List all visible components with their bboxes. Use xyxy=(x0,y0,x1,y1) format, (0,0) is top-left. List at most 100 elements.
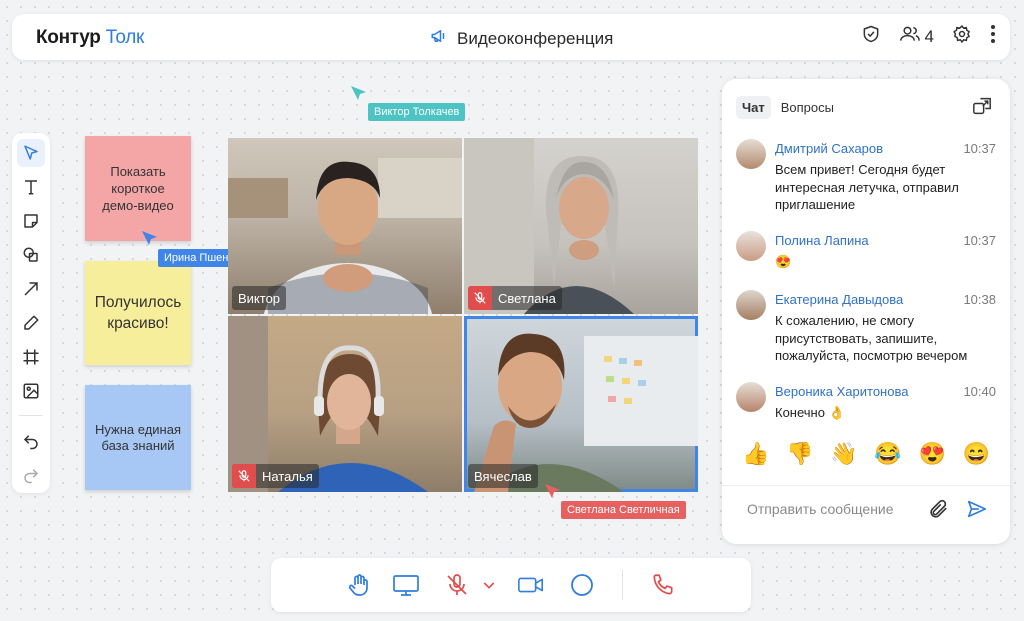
participants-button[interactable]: 4 xyxy=(899,24,934,49)
attach-button[interactable] xyxy=(927,498,949,525)
participant-name: Вячеслав xyxy=(474,468,532,484)
participant-name: Наталья xyxy=(262,468,313,484)
message-input[interactable]: Отправить сообщение xyxy=(747,501,894,517)
message-text: 😍 xyxy=(775,254,792,269)
message-author[interactable]: Полина Лапина xyxy=(775,233,869,248)
avatar xyxy=(736,139,766,169)
message-author[interactable]: Дмитрий Сахаров xyxy=(775,141,883,156)
record-circle-icon xyxy=(571,574,593,596)
microphone-button[interactable] xyxy=(443,571,471,599)
video-tile-active-speaker[interactable]: Вячеслав xyxy=(464,316,698,492)
controls-divider xyxy=(622,570,623,600)
pen-tool[interactable] xyxy=(17,309,45,337)
shapes-icon xyxy=(23,247,38,262)
reaction-heart-eyes[interactable]: 😍 xyxy=(918,441,945,467)
reaction-smile[interactable]: 😄 xyxy=(963,441,990,467)
video-tile[interactable]: Светлана xyxy=(464,138,698,314)
popout-button[interactable] xyxy=(972,97,992,120)
conference-title: Видеоконференция xyxy=(430,27,613,50)
chat-message: Вероника Харитонова 10:40 Конечно 👌 xyxy=(736,382,1002,422)
avatar xyxy=(736,382,766,412)
more-vertical-icon xyxy=(990,24,996,49)
redo-icon xyxy=(24,469,39,484)
message-author[interactable]: Екатерина Давыдова xyxy=(775,292,903,307)
more-menu-button[interactable] xyxy=(990,24,996,49)
reaction-thumbs-up[interactable]: 👍 xyxy=(742,441,769,467)
sticky-note[interactable]: Получилось красиво! xyxy=(85,261,191,365)
remote-cursor-icon xyxy=(351,86,366,100)
send-icon xyxy=(967,500,987,518)
security-button[interactable] xyxy=(861,24,881,49)
monitor-icon xyxy=(393,575,419,596)
reaction-laughing[interactable]: 😂 xyxy=(874,441,901,467)
frame-icon xyxy=(23,349,39,365)
chat-divider xyxy=(722,485,1010,486)
frame-tool[interactable] xyxy=(17,343,45,371)
chat-message: Полина Лапина 10:37 😍 xyxy=(736,231,1002,271)
sticky-note-icon xyxy=(24,214,38,228)
share-screen-button[interactable] xyxy=(392,571,420,599)
avatar xyxy=(736,231,766,261)
participant-name: Светлана xyxy=(498,290,556,306)
chat-message: Дмитрий Сахаров 10:37 Всем привет! Сегод… xyxy=(736,139,1002,212)
text-icon xyxy=(25,180,37,195)
record-button[interactable] xyxy=(568,571,596,599)
message-text: Конечно 👌 xyxy=(775,405,845,420)
message-text: Всем привет! Сегодня будет интересная ле… xyxy=(775,162,959,212)
raise-hand-button[interactable] xyxy=(345,571,373,599)
tab-chat-label: Чат xyxy=(742,100,765,115)
microphone-options-button[interactable] xyxy=(475,571,503,599)
reaction-thumbs-down[interactable]: 👎 xyxy=(786,441,813,467)
sticky-note-text: Получилось красиво! xyxy=(94,294,182,332)
video-tile[interactable]: Наталья xyxy=(228,316,462,492)
video-tile[interactable]: Виктор xyxy=(228,138,462,314)
avatar xyxy=(736,290,766,320)
toolbar-divider xyxy=(19,415,43,416)
page-title: Видеоконференция xyxy=(457,28,614,48)
message-text: К сожалению, не смогу присутствовать, за… xyxy=(775,313,968,363)
pen-icon xyxy=(24,315,39,330)
mic-muted-icon xyxy=(232,464,256,488)
tab-chat[interactable]: Чат xyxy=(736,96,771,119)
cursor-label-viktor: Виктор Толкачев xyxy=(368,103,466,121)
tab-questions[interactable]: Вопросы xyxy=(775,96,840,119)
sticky-note[interactable]: Нужна единая база знаний xyxy=(85,385,191,490)
sticky-note-text: Нужна единая база знаний xyxy=(95,421,181,453)
reaction-wave[interactable]: 👋 xyxy=(830,441,857,467)
chat-panel: Чат Вопросы Дмитрий Сахаров 10:37 Всем п… xyxy=(722,79,1010,544)
mic-muted-icon xyxy=(447,574,467,595)
shapes-tool[interactable] xyxy=(17,241,45,269)
users-icon xyxy=(899,24,921,49)
settings-button[interactable] xyxy=(952,24,972,49)
camera-button[interactable] xyxy=(517,571,545,599)
hand-icon xyxy=(348,574,368,596)
image-tool[interactable] xyxy=(17,377,45,405)
logo-part1: Контур xyxy=(36,27,101,48)
paperclip-icon xyxy=(930,499,947,518)
participant-name: Виктор xyxy=(238,290,281,306)
sticky-note-text: Показать короткое демо-видео xyxy=(102,164,174,213)
message-time: 10:38 xyxy=(963,292,996,307)
popout-icon xyxy=(973,97,991,115)
text-tool[interactable] xyxy=(17,173,45,201)
redo-button[interactable] xyxy=(17,461,45,489)
participant-name-tag: Наталья xyxy=(232,464,319,488)
sticky-note[interactable]: Показать короткое демо-видео xyxy=(85,136,191,241)
undo-button[interactable] xyxy=(17,427,45,455)
end-call-button[interactable] xyxy=(649,571,677,599)
reaction-bar: 👍 👎 👋 😂 😍 😄 xyxy=(742,441,990,467)
pointer-tool[interactable] xyxy=(17,139,45,167)
cursor-label-svetlana: Светлана Светличная xyxy=(561,501,686,519)
image-icon xyxy=(23,383,39,399)
participant-name-tag: Виктор xyxy=(232,286,287,310)
sticky-tool[interactable] xyxy=(17,207,45,235)
chat-tabs: Чат Вопросы xyxy=(736,96,840,119)
arrow-tool[interactable] xyxy=(17,275,45,303)
message-author[interactable]: Вероника Харитонова xyxy=(775,384,908,399)
tab-questions-label: Вопросы xyxy=(780,100,834,115)
message-time: 10:37 xyxy=(963,141,996,156)
remote-cursor-icon xyxy=(545,484,560,498)
send-button[interactable] xyxy=(966,498,988,525)
chevron-down-icon xyxy=(483,582,495,589)
logo-part2: Толк xyxy=(105,27,145,48)
